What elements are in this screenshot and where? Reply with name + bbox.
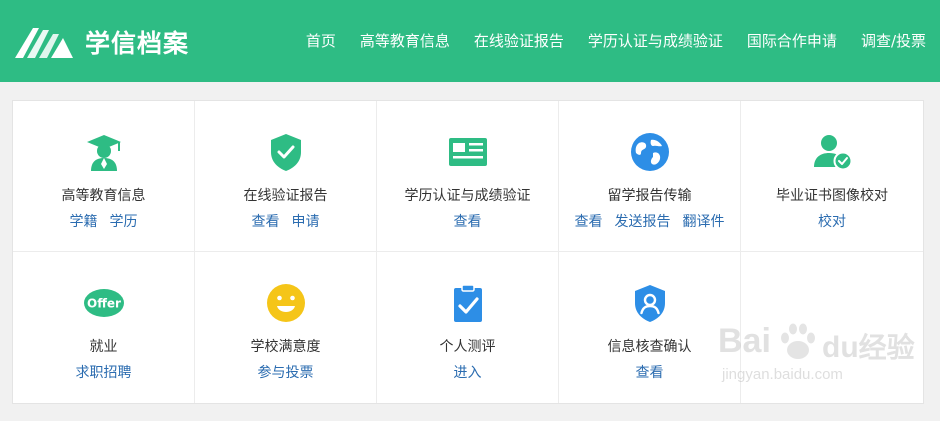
watermark-brand-part1: Bai xyxy=(718,322,771,360)
link-send-report[interactable]: 发送报告 xyxy=(615,214,671,230)
shield-user-icon[interactable] xyxy=(629,282,671,324)
tile-certification: 学历认证与成绩验证 查看 xyxy=(377,101,559,252)
tile-info-verify: 信息核查确认 查看 xyxy=(559,252,741,403)
link-enrollment[interactable]: 学籍 xyxy=(70,214,98,230)
link-translation[interactable]: 翻译件 xyxy=(683,214,725,230)
tile-title: 学历认证与成绩验证 xyxy=(404,188,531,204)
link-degree[interactable]: 学历 xyxy=(110,214,138,230)
main-nav: 首页 高等教育信息 在线验证报告 学历认证与成绩验证 国际合作申请 调查/投票 xyxy=(282,30,926,51)
offer-label: Offer xyxy=(87,297,121,311)
link-job-search[interactable]: 求职招聘 xyxy=(76,365,132,381)
tile-title: 信息核查确认 xyxy=(607,339,692,355)
tile-assessment: 个人测评 进入 xyxy=(377,252,559,403)
tile-links: 查看 xyxy=(559,362,740,382)
link-enter[interactable]: 进入 xyxy=(454,365,482,381)
nav-higher-education[interactable]: 高等教育信息 xyxy=(360,30,450,51)
link-view[interactable]: 查看 xyxy=(575,214,603,230)
clipboard-check-icon[interactable] xyxy=(447,282,489,324)
tile-title: 学校满意度 xyxy=(250,339,321,355)
tile-satisfaction: 学校满意度 参与投票 xyxy=(195,252,377,403)
tile-title: 就业 xyxy=(89,339,118,355)
link-proofread[interactable]: 校对 xyxy=(818,214,846,230)
tile-higher-education: 高等教育信息 学籍 学历 xyxy=(13,101,195,252)
tile-title: 在线验证报告 xyxy=(243,188,328,204)
tile-links: 查看 申请 xyxy=(195,211,376,231)
link-view[interactable]: 查看 xyxy=(252,214,280,230)
nav-online-report[interactable]: 在线验证报告 xyxy=(474,30,564,51)
watermark-cn-text: 经验 xyxy=(858,331,915,364)
watermark-brand-part2: du xyxy=(822,331,859,364)
tile-title: 毕业证书图像校对 xyxy=(776,188,888,204)
paw-icon xyxy=(781,323,815,359)
tile-links: 进入 xyxy=(377,362,558,382)
nav-survey[interactable]: 调查/投票 xyxy=(861,30,926,51)
baidu-watermark: Bai du经验 jingyan.baidu.com xyxy=(718,318,918,388)
book-logo-icon xyxy=(15,28,73,58)
top-header: 学信档案 首页 高等教育信息 在线验证报告 学历认证与成绩验证 国际合作申请 调… xyxy=(0,0,940,82)
tile-links: 求职招聘 xyxy=(13,362,194,382)
tile-online-report: 在线验证报告 查看 申请 xyxy=(195,101,377,252)
user-check-icon[interactable] xyxy=(811,131,853,173)
globe-icon[interactable] xyxy=(629,131,671,173)
tile-links: 校对 xyxy=(741,211,923,231)
tile-title: 个人测评 xyxy=(439,339,496,355)
link-view[interactable]: 查看 xyxy=(636,365,664,381)
tile-links: 查看 发送报告 翻译件 xyxy=(559,211,740,231)
nav-home[interactable]: 首页 xyxy=(306,30,336,51)
link-view[interactable]: 查看 xyxy=(454,214,482,230)
tile-certificate-check: 毕业证书图像校对 校对 xyxy=(741,101,923,252)
logo-text: 学信档案 xyxy=(85,29,190,58)
link-vote[interactable]: 参与投票 xyxy=(258,365,314,381)
tile-employment: Offer 就业 求职招聘 xyxy=(13,252,195,403)
watermark-brand: Bai xyxy=(718,322,771,361)
offer-icon[interactable]: Offer xyxy=(83,282,125,324)
shield-check-icon[interactable] xyxy=(265,131,307,173)
id-card-icon[interactable] xyxy=(447,131,489,173)
graduate-icon[interactable] xyxy=(83,131,125,173)
tile-title: 留学报告传输 xyxy=(607,188,692,204)
nav-certification[interactable]: 学历认证与成绩验证 xyxy=(588,30,723,51)
logo[interactable]: 学信档案 xyxy=(13,24,189,60)
tile-study-abroad: 留学报告传输 查看 发送报告 翻译件 xyxy=(559,101,741,252)
watermark-cn: du经验 xyxy=(822,326,915,366)
tile-links: 学籍 学历 xyxy=(13,211,194,231)
nav-international[interactable]: 国际合作申请 xyxy=(747,30,837,51)
link-apply[interactable]: 申请 xyxy=(292,214,320,230)
tile-links: 查看 xyxy=(377,211,558,231)
tile-links: 参与投票 xyxy=(195,362,376,382)
watermark-url: jingyan.baidu.com xyxy=(722,366,843,383)
tile-title: 高等教育信息 xyxy=(61,188,146,204)
smiley-icon[interactable] xyxy=(265,282,307,324)
